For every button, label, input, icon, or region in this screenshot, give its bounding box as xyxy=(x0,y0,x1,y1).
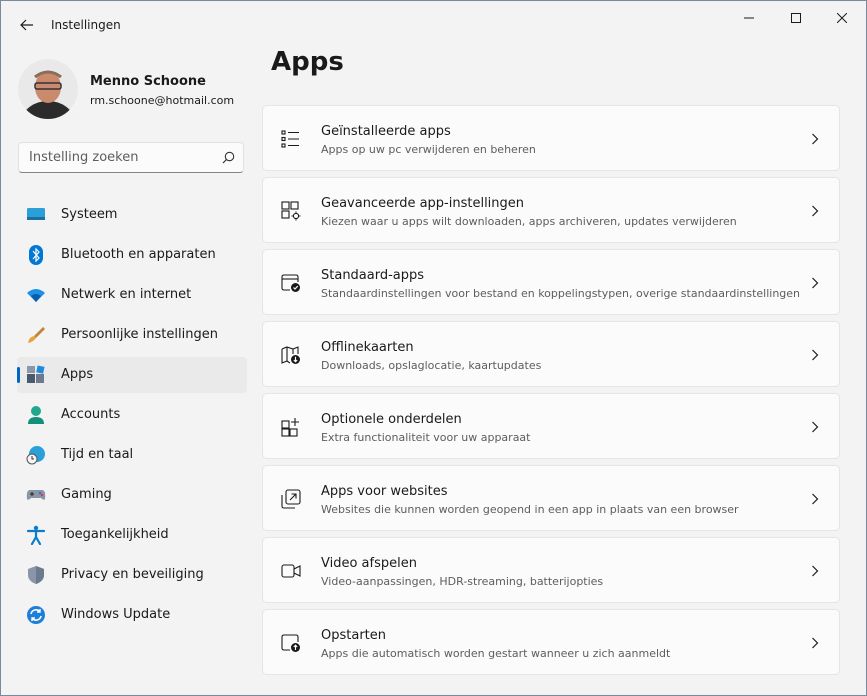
nav-item-gaming[interactable]: Gaming xyxy=(17,477,247,513)
chevron-right-icon xyxy=(812,205,819,217)
nav-item-systeem[interactable]: Systeem xyxy=(17,197,247,233)
card-description: Apps die automatisch worden gestart wann… xyxy=(321,647,671,660)
open-in-app-icon xyxy=(281,489,301,509)
card-description: Video-aanpassingen, HDR-streaming, batte… xyxy=(321,575,604,588)
accessibility-icon xyxy=(26,525,46,545)
avatar-photo-icon xyxy=(18,59,78,119)
nav-item-netwerk[interactable]: Netwerk en internet xyxy=(17,277,247,313)
nav-item-persoonlijk[interactable]: Persoonlijke instellingen xyxy=(17,317,247,353)
nav-item-label: Persoonlijke instellingen xyxy=(61,327,218,342)
avatar xyxy=(18,59,78,119)
chevron-right-icon xyxy=(812,565,819,577)
card-advanced-app-settings[interactable]: Geavanceerde app-instellingen Kiezen waa… xyxy=(262,177,840,243)
nav-item-label: Apps xyxy=(61,367,94,382)
page-title: Apps xyxy=(271,47,344,77)
nav-item-label: Systeem xyxy=(61,207,118,222)
profile-email: rm.schoone@hotmail.com xyxy=(90,94,235,107)
nav-item-label: Windows Update xyxy=(61,607,171,622)
active-indicator xyxy=(17,367,20,383)
card-title: Opstarten xyxy=(321,628,386,643)
maximize-button[interactable] xyxy=(773,1,819,35)
minimize-icon xyxy=(744,17,754,19)
nav-item-label: Toegankelijkheid xyxy=(61,527,169,542)
card-installed-apps[interactable]: Geïnstalleerde apps Apps op uw pc verwij… xyxy=(262,105,840,171)
brush-icon xyxy=(28,327,45,343)
list-icon xyxy=(281,130,299,148)
nav-item-apps[interactable]: Apps xyxy=(17,357,247,393)
card-description: Standaardinstellingen voor bestand en ko… xyxy=(321,287,801,300)
card-startup[interactable]: Opstarten Apps die automatisch worden ge… xyxy=(262,609,840,675)
title-bar: Instellingen xyxy=(1,1,866,49)
back-button[interactable] xyxy=(15,13,39,37)
nav-item-label: Privacy en beveiliging xyxy=(61,567,204,582)
card-title: Video afspelen xyxy=(321,556,417,571)
settings-window: Instellingen Menno Schoone rm.schoone@ho… xyxy=(0,0,867,696)
card-description: Apps op uw pc verwijderen en beheren xyxy=(321,143,536,156)
card-optional-features[interactable]: Optionele onderdelen Extra functionalite… xyxy=(262,393,840,459)
nav-item-label: Tijd en taal xyxy=(61,447,134,462)
close-button[interactable] xyxy=(819,1,865,35)
window-title: Instellingen xyxy=(51,18,121,32)
bluetooth-icon xyxy=(29,245,43,265)
search-placeholder: Instelling zoeken xyxy=(29,150,139,165)
card-title: Geïnstalleerde apps xyxy=(321,124,451,139)
nav-item-privacy[interactable]: Privacy en beveiliging xyxy=(17,557,247,593)
maximize-icon xyxy=(791,13,801,23)
chevron-right-icon xyxy=(812,349,819,361)
user-profile[interactable]: Menno Schoone rm.schoone@hotmail.com xyxy=(18,59,258,119)
settings-cards: Geïnstalleerde apps Apps op uw pc verwij… xyxy=(262,105,840,681)
startup-icon xyxy=(281,634,300,652)
card-description: Extra functionaliteit voor uw apparaat xyxy=(321,431,531,444)
card-title: Offlinekaarten xyxy=(321,340,414,355)
nav-item-label: Netwerk en internet xyxy=(61,287,192,302)
chevron-right-icon xyxy=(812,637,819,649)
profile-name: Menno Schoone xyxy=(90,74,206,89)
chevron-right-icon xyxy=(812,133,819,145)
card-description: Websites die kunnen worden geopend in ee… xyxy=(321,503,739,516)
default-apps-icon xyxy=(281,274,300,292)
nav-item-windows-update[interactable]: Windows Update xyxy=(17,597,247,633)
monitor-icon xyxy=(27,208,45,220)
nav-item-tijd[interactable]: Tijd en taal xyxy=(17,437,247,473)
gamepad-icon xyxy=(26,490,46,500)
chevron-right-icon xyxy=(812,277,819,289)
chevron-right-icon xyxy=(812,421,819,433)
nav-item-label: Gaming xyxy=(61,487,112,502)
nav-item-bluetooth[interactable]: Bluetooth en apparaten xyxy=(17,237,247,273)
minimize-button[interactable] xyxy=(726,1,772,35)
apps-icon xyxy=(27,365,45,383)
card-title: Geavanceerde app-instellingen xyxy=(321,196,525,211)
nav-item-toegankelijkheid[interactable]: Toegankelijkheid xyxy=(17,517,247,553)
add-features-icon xyxy=(281,418,299,437)
wifi-icon xyxy=(27,289,45,302)
card-description: Kiezen waar u apps wilt downloaden, apps… xyxy=(321,215,737,228)
update-icon xyxy=(27,606,45,624)
nav-item-label: Bluetooth en apparaten xyxy=(61,247,216,262)
nav-item-label: Accounts xyxy=(61,407,121,422)
video-icon xyxy=(281,564,301,578)
nav-item-accounts[interactable]: Accounts xyxy=(17,397,247,433)
card-title: Standaard-apps xyxy=(321,268,425,283)
app-settings-icon xyxy=(281,201,301,221)
shield-icon xyxy=(28,566,44,584)
card-video-playback[interactable]: Video afspelen Video-aanpassingen, HDR-s… xyxy=(262,537,840,603)
search-input[interactable]: Instelling zoeken xyxy=(18,142,244,173)
card-description: Downloads, opslaglocatie, kaartupdates xyxy=(321,359,542,372)
globe-clock-icon xyxy=(26,446,45,465)
card-title: Apps voor websites xyxy=(321,484,448,499)
nav-list: Systeem Bluetooth en apparaten Netwerk e… xyxy=(17,197,247,637)
search-icon xyxy=(222,151,235,164)
chevron-right-icon xyxy=(812,493,819,505)
card-title: Optionele onderdelen xyxy=(321,412,462,427)
card-offline-maps[interactable]: Offlinekaarten Downloads, opslaglocatie,… xyxy=(262,321,840,387)
card-apps-for-websites[interactable]: Apps voor websites Websites die kunnen w… xyxy=(262,465,840,531)
back-arrow-icon xyxy=(20,19,33,31)
map-download-icon xyxy=(281,346,300,364)
close-icon xyxy=(837,13,847,23)
card-default-apps[interactable]: Standaard-apps Standaardinstellingen voo… xyxy=(262,249,840,315)
person-icon xyxy=(28,406,44,424)
